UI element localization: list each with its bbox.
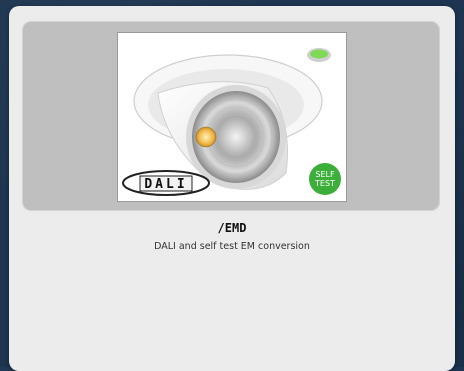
self-test-line2: TEST [314,179,335,188]
product-card[interactable]: DALI SELF TEST /EMD DALI and self test E… [9,6,455,371]
self-test-badge: SELF TEST [309,163,341,195]
self-test-line1: SELF [315,170,335,179]
dali-logo-text: DALI [144,177,187,192]
product-description: DALI and self test EM conversion [154,241,310,252]
product-title: /EMD [217,221,247,235]
product-image[interactable]: DALI SELF TEST [117,32,347,202]
downlight-illustration: DALI SELF TEST [122,48,341,196]
product-image-panel: DALI SELF TEST [22,21,440,211]
dali-logo: DALI [122,170,210,196]
